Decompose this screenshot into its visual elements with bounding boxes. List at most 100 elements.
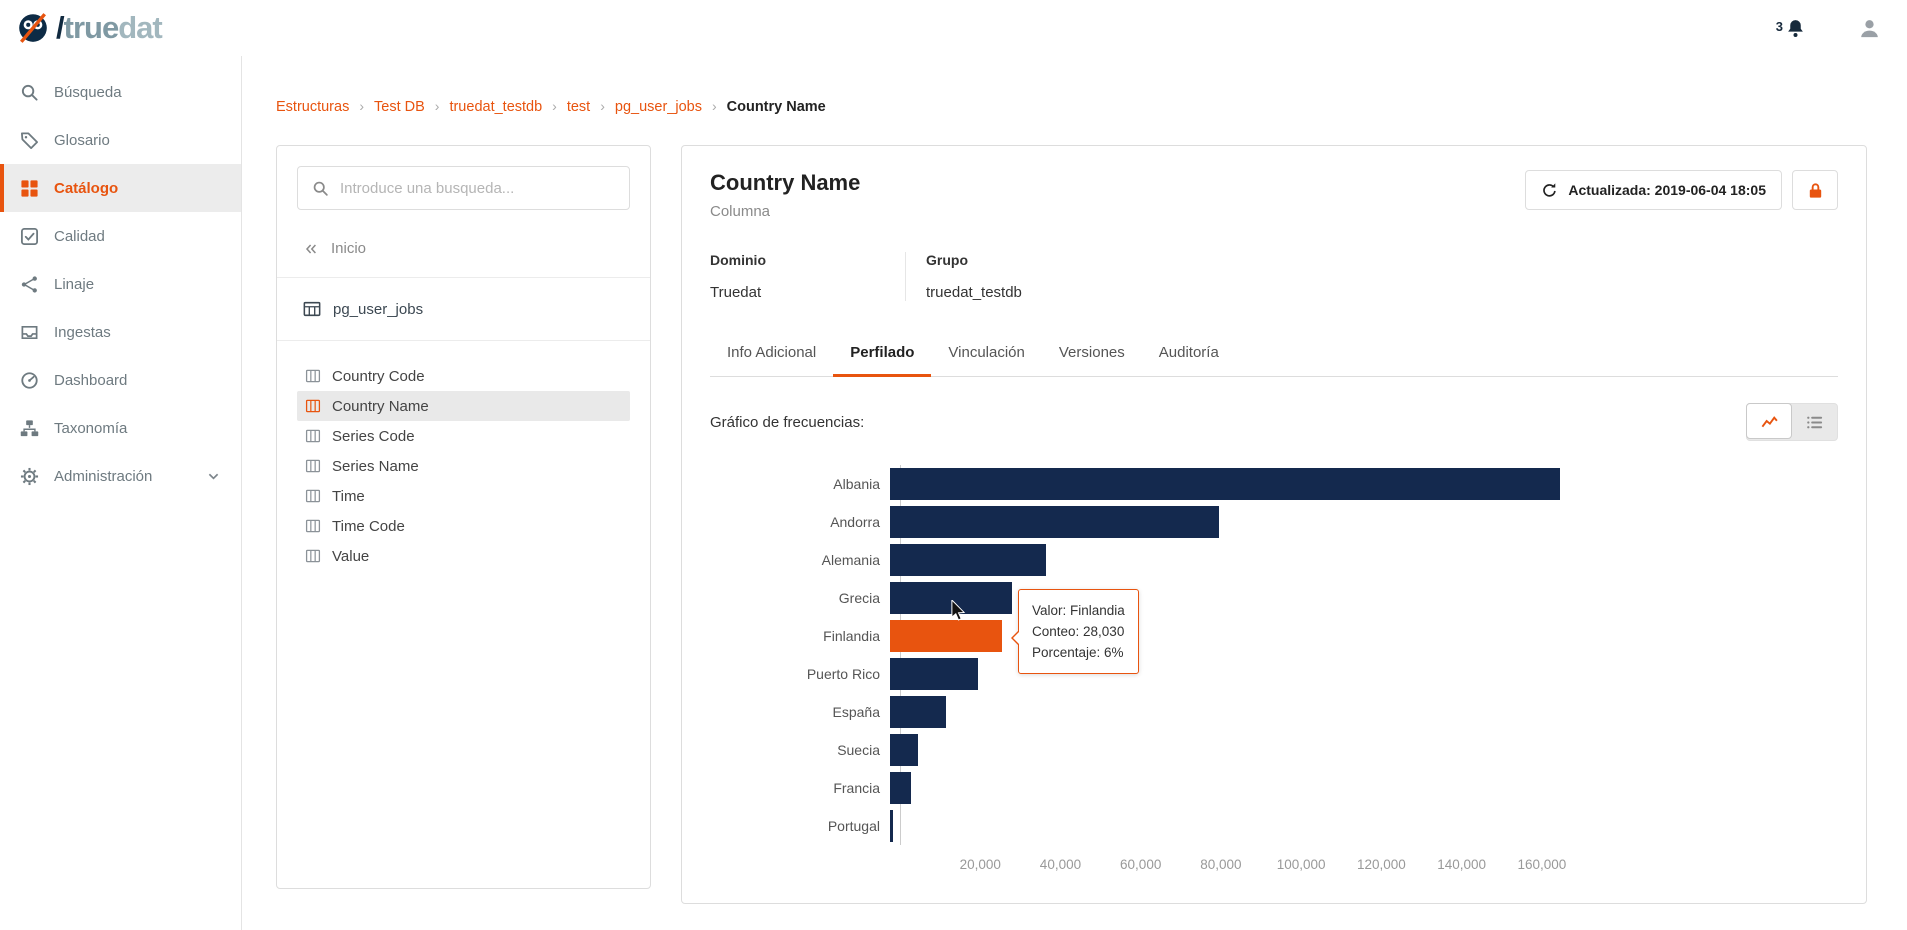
x-tick-label: 20,000	[959, 857, 1001, 872]
sidebar-item-glosario[interactable]: Glosario	[0, 116, 241, 164]
metadata-fields: Dominio Truedat Grupo truedat_testdb	[710, 252, 1838, 301]
chart-bar[interactable]	[890, 506, 1219, 538]
list-view-button[interactable]	[1791, 404, 1837, 440]
notifications-button[interactable]: 3	[1776, 18, 1806, 39]
tag-icon	[20, 131, 39, 149]
lock-button[interactable]	[1792, 170, 1838, 210]
table-name-label: pg_user_jobs	[333, 300, 424, 318]
chart-bar-track	[890, 731, 1580, 769]
chart-bar-row: Suecia	[710, 731, 1610, 769]
logo-slash: /	[56, 10, 65, 45]
logo-part-dat: dat	[118, 10, 162, 45]
column-icon	[305, 369, 321, 383]
breadcrumb-current: Country Name	[726, 98, 826, 115]
chart-category-label: España	[832, 704, 880, 720]
field-label: Grupo	[926, 252, 968, 268]
top-header: /truedat 3	[0, 0, 1907, 56]
column-item-series-code[interactable]: Series Code	[297, 421, 630, 451]
chevron-down-icon	[208, 473, 219, 480]
chart-category-label: Suecia	[837, 742, 880, 758]
chart-bar-row: Alemania	[710, 541, 1610, 579]
chart-tooltip: Valor: Finlandia Conteo: 28,030 Porcenta…	[1011, 589, 1139, 674]
chart-bar-row: Finlandia	[710, 617, 1610, 655]
column-item-series-name[interactable]: Series Name	[297, 451, 630, 481]
x-tick-label: 80,000	[1200, 857, 1242, 872]
sidebar-label: Taxonomía	[54, 419, 128, 437]
user-avatar-icon[interactable]	[1858, 17, 1881, 40]
structure-detail-panel: Country Name Columna Actualizada: 2019-0…	[681, 145, 1867, 904]
column-icon	[305, 399, 321, 413]
gauge-icon	[21, 371, 38, 389]
field-label: Dominio	[710, 252, 766, 268]
divider	[277, 340, 650, 341]
chart-bar-track	[890, 693, 1580, 731]
sidebar-item-administracion[interactable]: Administración	[0, 452, 241, 500]
chart-bar-row: España	[710, 693, 1610, 731]
refresh-updated-button[interactable]: Actualizada: 2019-06-04 18:05	[1525, 170, 1782, 210]
chart-category-label: Portugal	[827, 818, 880, 834]
sidebar-item-busqueda[interactable]: Búsqueda	[0, 68, 241, 116]
sidebar-label: Linaje	[54, 275, 95, 293]
sidebar-item-ingestas[interactable]: Ingestas	[0, 308, 241, 356]
tab-info-adicional[interactable]: Info Adicional	[710, 331, 833, 376]
column-icon	[305, 549, 321, 563]
tab-perfilado[interactable]: Perfilado	[833, 331, 932, 377]
sidebar-item-calidad[interactable]: Calidad	[0, 212, 241, 260]
breadcrumb-link-estructuras[interactable]: Estructuras	[276, 98, 374, 115]
column-item-value[interactable]: Value	[297, 541, 630, 571]
chart-view-button[interactable]	[1746, 403, 1792, 439]
sidebar-label: Calidad	[54, 227, 105, 245]
sidebar-item-catalogo[interactable]: Catálogo	[0, 164, 241, 212]
explorer-search-box[interactable]	[297, 166, 630, 210]
breadcrumb-link-truedat-testdb[interactable]: truedat_testdb	[449, 98, 566, 115]
chart-bar-track	[890, 503, 1580, 541]
truedat-logo[interactable]: /truedat	[16, 10, 163, 46]
list-icon	[1806, 416, 1822, 428]
tooltip-value-line: Valor: Finlandia	[1032, 603, 1125, 618]
chart-bar-row: Albania	[710, 465, 1610, 503]
column-label: Country Name	[332, 397, 429, 415]
search-icon	[313, 181, 328, 196]
sidebar-label: Administración	[54, 467, 153, 485]
column-item-country-code[interactable]: Country Code	[297, 361, 630, 391]
sidebar-item-dashboard[interactable]: Dashboard	[0, 356, 241, 404]
table-icon	[303, 301, 321, 317]
chart-bar-row: Grecia	[710, 579, 1610, 617]
chart-bar-track	[890, 655, 1580, 693]
sidebar-label: Ingestas	[54, 323, 111, 341]
field-value: truedat_testdb	[926, 284, 1022, 301]
tab-versiones[interactable]: Versiones	[1042, 331, 1142, 376]
chart-bar[interactable]	[890, 468, 1560, 500]
column-item-time[interactable]: Time	[297, 481, 630, 511]
tab-vinculacion[interactable]: Vinculación	[931, 331, 1041, 376]
chart-bar-track	[890, 541, 1580, 579]
back-to-inicio-link[interactable]: Inicio	[297, 240, 630, 257]
chart-bar-row: Andorra	[710, 503, 1610, 541]
column-icon	[305, 519, 321, 533]
breadcrumb-link-pg-user-jobs[interactable]: pg_user_jobs	[615, 98, 727, 115]
breadcrumb-link-testdb[interactable]: Test DB	[374, 98, 449, 115]
chart-bar[interactable]	[890, 544, 1047, 576]
chart-bar[interactable]	[890, 582, 1013, 614]
sidebar-item-taxonomia[interactable]: Taxonomía	[0, 404, 241, 452]
chart-bar[interactable]	[890, 620, 1003, 652]
tooltip-count-line: Conteo: 28,030	[1032, 624, 1125, 639]
breadcrumb-link-test[interactable]: test	[567, 98, 615, 115]
chart-category-label: Puerto Rico	[806, 666, 880, 682]
chart-bar[interactable]	[890, 658, 979, 690]
sidebar-item-linaje[interactable]: Linaje	[0, 260, 241, 308]
column-item-country-name[interactable]: Country Name	[297, 391, 630, 421]
table-item-pg-user-jobs[interactable]: pg_user_jobs	[297, 298, 630, 320]
chart-bar[interactable]	[890, 734, 919, 766]
search-input[interactable]	[340, 179, 615, 197]
tab-auditoria[interactable]: Auditoría	[1142, 331, 1236, 376]
chart-bar[interactable]	[890, 772, 911, 804]
chart-bar[interactable]	[890, 810, 894, 842]
chart-bar[interactable]	[890, 696, 947, 728]
column-item-time-code[interactable]: Time Code	[297, 511, 630, 541]
check-square-icon	[20, 227, 39, 245]
chart-bar-track	[890, 769, 1580, 807]
gear-icon	[20, 467, 39, 485]
logo-part-true: true	[63, 10, 120, 45]
line-chart-icon	[1761, 415, 1778, 427]
